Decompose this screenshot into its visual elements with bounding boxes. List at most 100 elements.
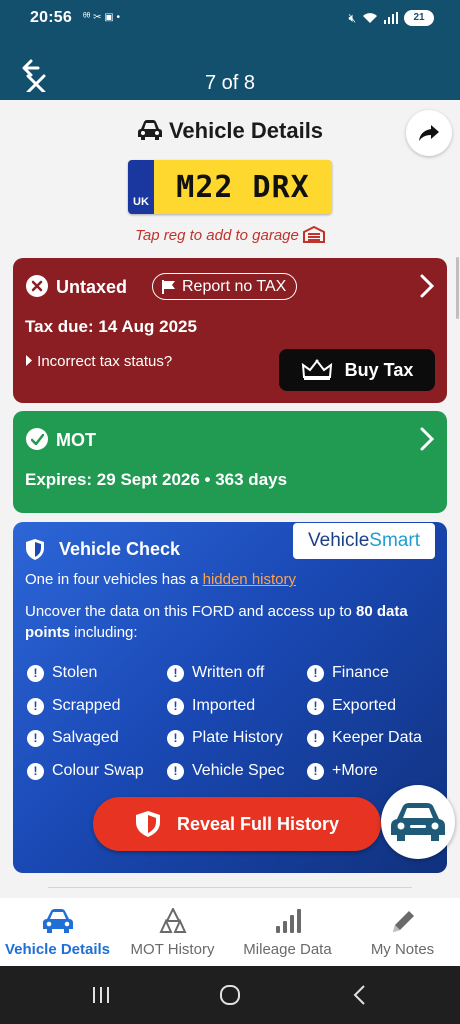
report-no-tax-button[interactable]: Report no TAX [152,273,298,300]
report-no-tax-label: Report no TAX [182,277,287,295]
share-button[interactable] [406,110,452,156]
chevron-right-icon [420,274,435,298]
feature-item: ! Stolen [27,664,97,682]
signal-icon [384,12,398,24]
reveal-full-history-button[interactable]: Reveal Full History [93,797,381,851]
nav-mileage-data[interactable]: Mileage Data [230,898,345,966]
feature-label: +More [332,762,378,779]
feature-label: Written off [192,664,265,681]
exclamation-icon: ! [167,729,184,747]
bottom-nav: Vehicle Details MOT History Mileage Data… [0,898,460,966]
shield-icon [135,811,160,837]
recent-apps-icon[interactable] [86,982,116,1008]
feature-label: Vehicle Spec [192,762,285,779]
flag-icon [162,279,175,294]
exclamation-icon: ! [307,762,324,780]
feature-label: Plate History [192,729,283,746]
title-row: Vehicle Details [0,108,460,156]
page-counter: 7 of 8 [204,72,256,94]
logo-text-accent: Smart [369,530,420,551]
status-bar: 20:56 ᶿᶿ ✂ ▣ • 🔇︎ 21 [0,0,460,36]
exclamation-icon: ! [167,762,184,780]
plate-country-band: UK [128,160,154,214]
tax-card[interactable]: Untaxed Report no TAX Tax due: 14 Aug 20… [13,258,447,403]
reveal-full-history-label: Reveal Full History [176,813,340,834]
feature-label: Salvaged [52,729,119,746]
back-icon[interactable] [345,982,375,1008]
feature-item: ! Vehicle Spec [167,762,285,780]
buy-tax-label: Buy Tax [344,359,414,380]
tax-due-date: Tax due: 14 Aug 2025 [25,317,197,336]
feature-label: Finance [332,664,389,681]
feature-item: ! Keeper Data [307,729,422,747]
hidden-history-text: One in four vehicles has a hidden histor… [25,571,296,588]
nav-vehicle-details[interactable]: Vehicle Details [0,898,115,966]
notification-icons: ᶿᶿ ✂ ▣ • [83,12,120,23]
mot-status: MOT [56,430,96,450]
vehicle-check-heading: Vehicle Check [25,538,180,561]
registration-plate[interactable]: UK M22 DRX [128,160,332,214]
chevron-right-icon [420,427,435,451]
divider [48,887,412,888]
feature-item: ! Exported [307,697,396,715]
car-icon [42,909,73,933]
feature-label: Colour Swap [52,762,144,779]
exclamation-icon: ! [27,762,44,780]
feature-label: Exported [332,697,397,714]
battery-icon: 21 [404,10,434,26]
exclamation-icon: ! [27,664,44,682]
nav-label: Vehicle Details [4,941,111,958]
nav-mot-history[interactable]: MOT History [115,898,230,966]
mot-check-icon [26,428,48,450]
feature-label: Imported [192,697,256,714]
buy-tax-button[interactable]: Buy Tax [279,349,435,391]
incorrect-tax-status-link[interactable]: Incorrect tax status? [25,353,172,370]
nav-label: MOT History [130,941,215,958]
nav-my-notes[interactable]: My Notes [345,898,460,966]
pencil-icon [392,911,414,932]
hidden-history-link[interactable]: hidden history [203,571,296,588]
share-arrow-icon [419,125,439,141]
exclamation-icon: ! [167,664,184,682]
tax-status: Untaxed [56,277,128,297]
shield-icon [26,539,44,560]
nav-label: My Notes [370,941,435,958]
wifi-icon [363,13,377,23]
car-front-icon [391,803,445,841]
mot-expiry: Expires: 29 Sept 2026 • 363 days [25,470,288,489]
caret-right-icon [26,355,32,366]
feature-item: ! Written off [167,664,264,682]
garage-fab-button[interactable] [381,785,455,859]
add-to-garage-link[interactable]: Tap reg to add to garage [0,225,460,244]
feature-item: ! Finance [307,664,389,682]
status-time: 20:56 [30,9,72,26]
exclamation-icon: ! [307,697,324,715]
cones-icon [158,908,187,933]
app-bar: 7 of 8 [0,36,460,100]
data-points-text: Uncover the data on this FORD and access… [25,601,445,643]
garage-icon [302,225,325,243]
mot-card[interactable]: MOT Expires: 29 Sept 2026 • 363 days [13,411,447,513]
data-points-prefix: Uncover the data on this FORD and access… [25,603,357,620]
status-right: 🔇︎ 21 [348,10,434,26]
feature-item: ! Scrapped [27,697,121,715]
nav-label: Mileage Data [243,941,332,958]
feature-item: ! Colour Swap [27,762,144,780]
data-points-suffix: including: [70,624,138,641]
hidden-history-prefix: One in four vehicles has a [25,571,203,588]
car-icon [137,120,162,140]
incorrect-tax-label: Incorrect tax status? [37,353,173,370]
exclamation-icon: ! [27,697,44,715]
exclamation-icon: ! [167,697,184,715]
crown-icon [301,359,332,380]
feature-item: ! Salvaged [27,729,119,747]
home-icon[interactable] [215,982,245,1008]
exclamation-icon: ! [27,729,44,747]
vehicle-smart-logo: Vehicle Smart [293,523,435,559]
plate-registration: M22 DRX [176,170,310,205]
page-title-text: Vehicle Details [168,118,324,143]
exclamation-icon: ! [307,729,324,747]
untaxed-x-icon [26,275,48,297]
feature-item: ! +More [307,762,378,780]
scrollbar[interactable] [456,257,459,319]
